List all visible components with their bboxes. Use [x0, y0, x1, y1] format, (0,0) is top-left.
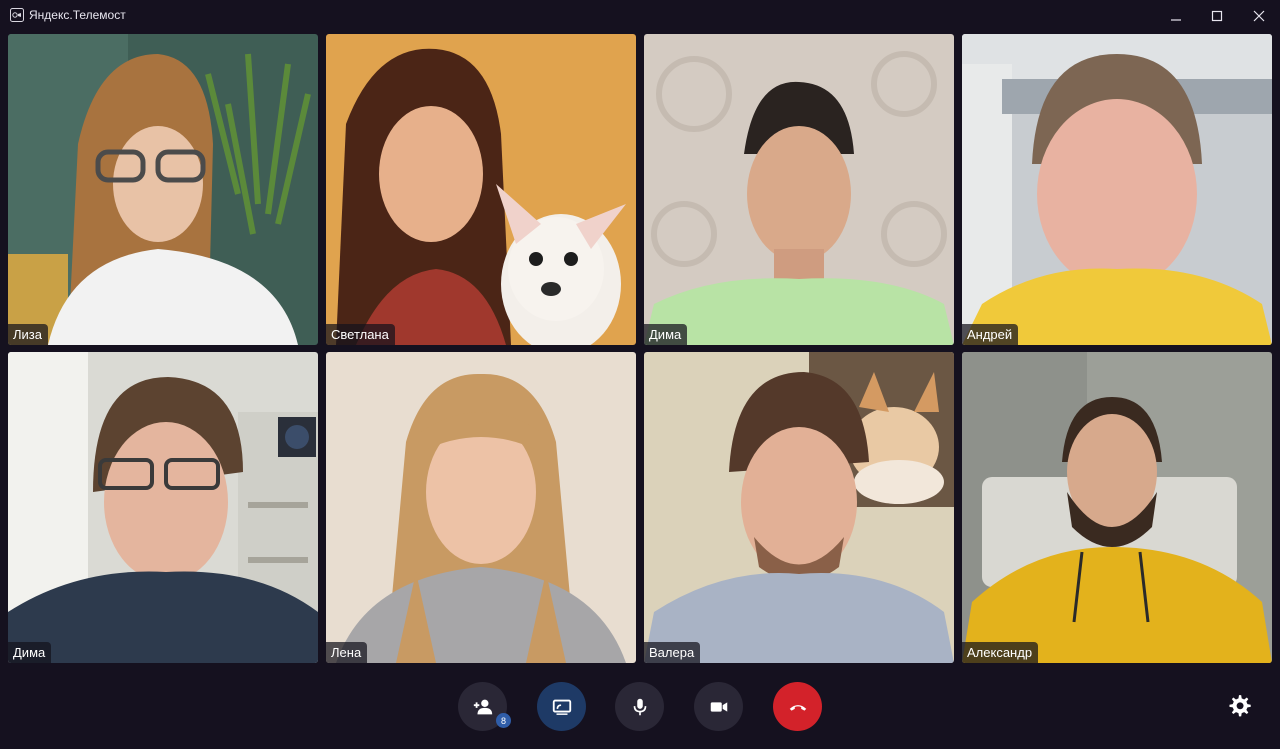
- participant-name: Лиза: [8, 324, 48, 345]
- window-title: Яндекс.Телемост: [29, 8, 126, 22]
- maximize-icon: [1211, 10, 1223, 22]
- participant-name: Светлана: [326, 324, 395, 345]
- screen-share-icon: [552, 699, 571, 715]
- participant-tile[interactable]: Светлана: [326, 34, 636, 345]
- camera-icon: [710, 701, 727, 712]
- minimize-icon: [1171, 19, 1181, 21]
- participant-tile[interactable]: Валера: [644, 352, 954, 663]
- participants-count-badge: 8: [496, 713, 511, 728]
- participant-video: [326, 34, 636, 345]
- participant-video: [644, 352, 954, 663]
- participant-name: Лена: [326, 642, 368, 663]
- participant-video: [326, 352, 636, 663]
- telemost-app-icon: [10, 8, 24, 22]
- close-button[interactable]: [1238, 0, 1280, 32]
- close-icon: [1253, 10, 1265, 22]
- gear-icon[interactable]: [1226, 693, 1252, 719]
- participant-name: Валера: [644, 642, 701, 663]
- participant-name: Александр: [962, 642, 1039, 663]
- participant-tile[interactable]: Александр: [962, 352, 1272, 663]
- participant-tile[interactable]: Лиза: [8, 34, 318, 345]
- participant-tile[interactable]: Андрей: [962, 34, 1272, 345]
- participant-video: [8, 352, 318, 663]
- camera-button[interactable]: [694, 682, 743, 731]
- participant-tile[interactable]: Дима: [644, 34, 954, 345]
- minimize-button[interactable]: [1155, 0, 1197, 32]
- microphone-icon: [633, 698, 646, 715]
- participant-name: Дима: [8, 642, 52, 663]
- participant-video: [8, 34, 318, 345]
- add-person-icon: [473, 699, 492, 714]
- maximize-button[interactable]: [1196, 0, 1238, 32]
- end-call-button[interactable]: [773, 682, 822, 731]
- hangup-icon: [789, 704, 806, 711]
- participant-tile[interactable]: Лена: [326, 352, 636, 663]
- participant-video: [644, 34, 954, 345]
- title-bar: Яндекс.Телемост: [0, 0, 1280, 32]
- participant-name: Дима: [644, 324, 688, 345]
- participant-video: [962, 352, 1272, 663]
- participant-tile[interactable]: Дима: [8, 352, 318, 663]
- participant-video: [962, 34, 1272, 345]
- microphone-button[interactable]: [615, 682, 664, 731]
- screen-share-button[interactable]: [537, 682, 586, 731]
- participant-name: Андрей: [962, 324, 1019, 345]
